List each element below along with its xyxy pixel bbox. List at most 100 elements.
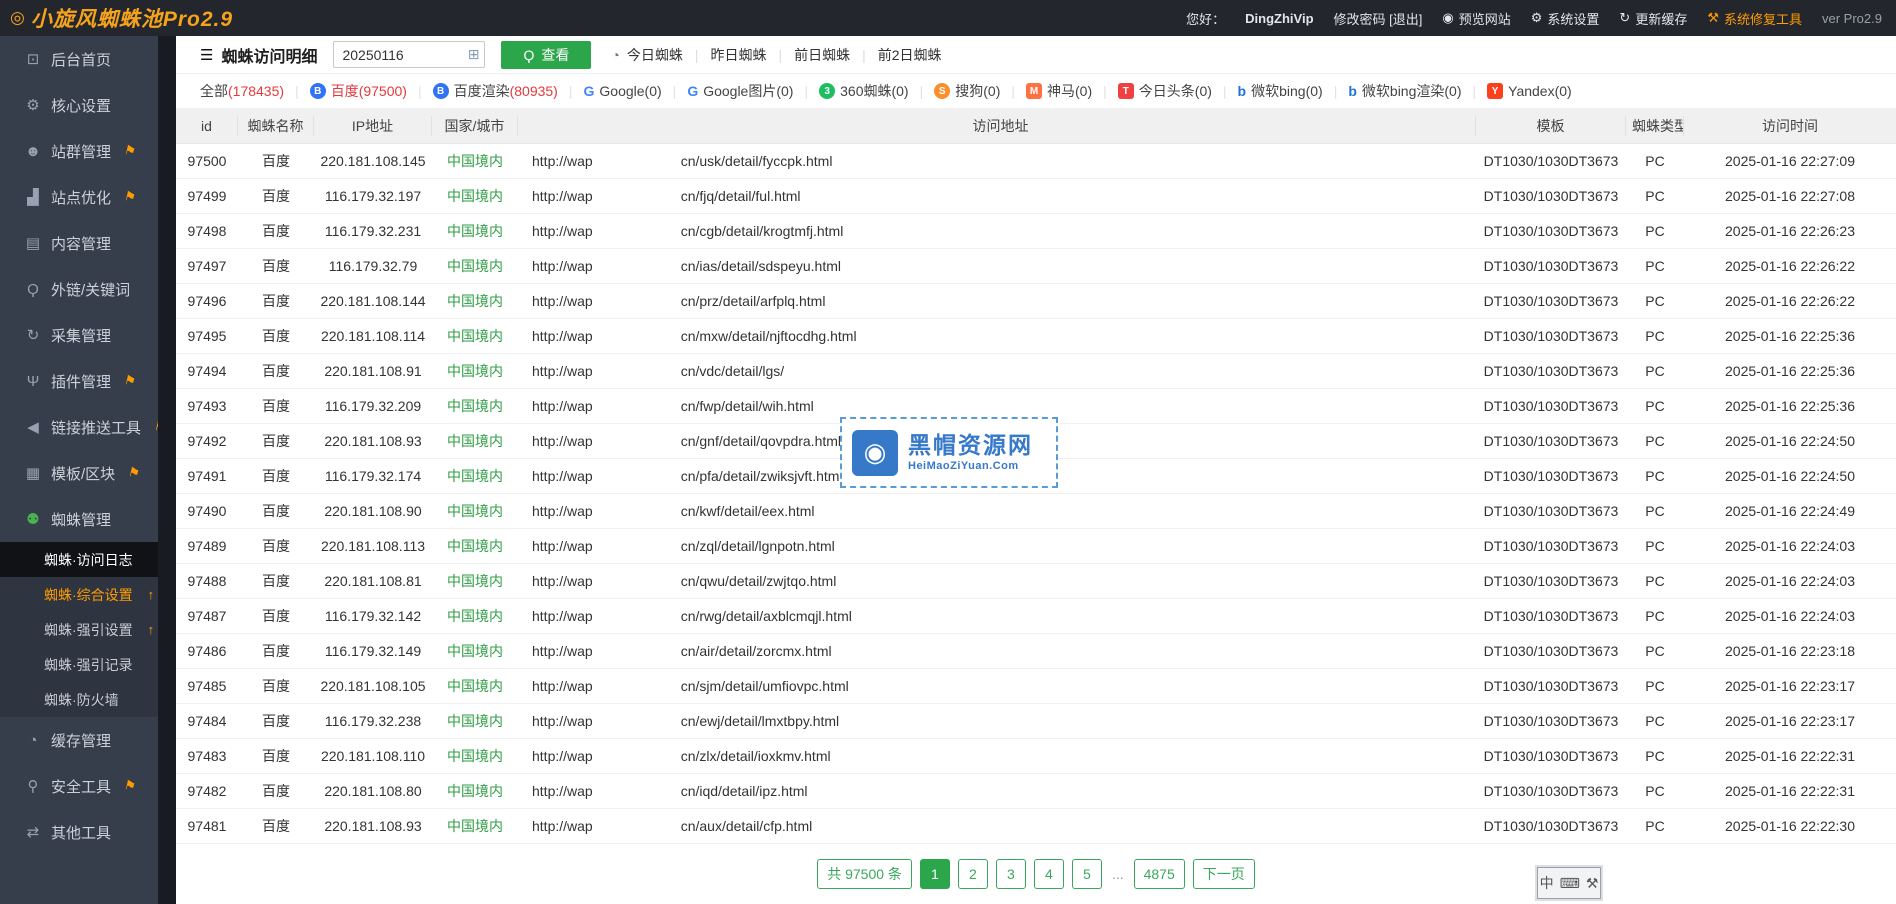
- cell-ip: 220.181.108.114: [314, 328, 432, 344]
- cell-ip: 116.179.32.79: [314, 258, 432, 274]
- table-row: 97494 百度 220.181.108.91 中国境内 http://wapc…: [176, 354, 1896, 389]
- spider-filter[interactable]: M 神马 (0): [1000, 81, 1092, 101]
- sidebar-item[interactable]: ↻ 采集管理: [0, 312, 158, 358]
- topbar-menu-item[interactable]: ↻ 更新缓存: [1619, 9, 1687, 28]
- pagination-item[interactable]: 4875: [1134, 859, 1185, 889]
- spider-filter[interactable]: G Google (0): [558, 83, 662, 99]
- sidebar-item[interactable]: Ϙ 外链/关键词: [0, 266, 158, 312]
- quick-date-tab[interactable]: 今日蜘蛛: [627, 45, 683, 65]
- sidebar-item[interactable]: ◀ 链接推送工具 ⚑: [0, 404, 158, 450]
- cell-id: 97492: [176, 433, 238, 449]
- sidebar-item[interactable]: 蜘蛛·防火墙: [0, 682, 158, 717]
- sidebar-item[interactable]: ▟ 站点优化 ⚑: [0, 174, 158, 220]
- spider-filter[interactable]: b 微软bing渲染 (0): [1323, 81, 1462, 101]
- cell-url: http://wapcn/ias/detail/sdspeyu.html: [518, 258, 1476, 274]
- column-header-time: 访问时间: [1684, 116, 1896, 136]
- sidebar-item[interactable]: 蜘蛛·访问日志: [0, 542, 158, 577]
- topbar-menu-item[interactable]: ◉ 预览网站: [1442, 9, 1510, 28]
- spider-filter-count: (0): [1444, 83, 1461, 99]
- spider-filter-label: 百度: [331, 81, 359, 101]
- table-row: 97496 百度 220.181.108.144 中国境内 http://wap…: [176, 284, 1896, 319]
- sidebar-item-label: 蜘蛛·强引记录: [44, 655, 133, 675]
- sidebar-item[interactable]: ◔ 缓存管理: [0, 717, 158, 763]
- view-button[interactable]: Ϙ 查看: [501, 41, 591, 69]
- date-input[interactable]: [333, 41, 485, 68]
- sidebar-item[interactable]: 蜘蛛·强引记录: [0, 647, 158, 682]
- pagination-item[interactable]: 3: [996, 859, 1026, 889]
- sidebar-item-label: 缓存管理: [51, 730, 111, 751]
- column-header-id: id: [176, 116, 238, 136]
- up-arrow-icon: ↑: [148, 587, 155, 602]
- spider-filter[interactable]: 3 360蜘蛛 (0): [793, 81, 908, 101]
- keyboard-icon[interactable]: ⌨: [1560, 875, 1580, 892]
- spider-filter[interactable]: 全部 (178435): [200, 81, 284, 101]
- topbar-menu-icon: ⚙: [1531, 10, 1543, 26]
- topbar-menu-item[interactable]: ⚙ 系统设置: [1531, 9, 1600, 28]
- sidebar-item-label: 核心设置: [51, 95, 111, 116]
- sidebar-item[interactable]: ☻ 站群管理 ⚑: [0, 128, 158, 174]
- cell-time: 2025-01-16 22:24:03: [1684, 538, 1896, 554]
- pagination-item[interactable]: 共 97500 条: [817, 859, 912, 889]
- cell-ip: 116.179.32.238: [314, 713, 432, 729]
- redacted-domain-blur: [593, 154, 681, 166]
- table-row: 97498 百度 116.179.32.231 中国境内 http://wapc…: [176, 214, 1896, 249]
- sidebar-item-icon: ▦: [24, 464, 42, 482]
- cell-id: 97498: [176, 223, 238, 239]
- table-body: 97500 百度 220.181.108.145 中国境内 http://wap…: [176, 144, 1896, 844]
- sidebar-item[interactable]: ▦ 模板/区块 ⚑: [0, 450, 158, 496]
- sidebar-item[interactable]: ⊡ 后台首页: [0, 36, 158, 82]
- table-row: 97487 百度 116.179.32.142 中国境内 http://wapc…: [176, 599, 1896, 634]
- cell-template: DT1030/1030DT3673: [1476, 713, 1626, 729]
- spider-filter[interactable]: T 今日头条 (0): [1092, 81, 1212, 101]
- pagination-item[interactable]: 5: [1072, 859, 1102, 889]
- spider-filter[interactable]: B 百度渲染 (80935): [407, 81, 558, 101]
- cell-url: http://wapcn/aux/detail/cfp.html: [518, 818, 1476, 834]
- change-password-logout-link[interactable]: 修改密码 [退出]: [1334, 9, 1423, 28]
- ime-toolbar[interactable]: 中 ⌨ ⚒: [1537, 867, 1601, 899]
- column-header-url: 访问地址: [518, 116, 1476, 136]
- sidebar-item[interactable]: 蜘蛛·强引设置 ↑: [0, 612, 158, 647]
- sidebar-item[interactable]: ⇄ 其他工具: [0, 809, 158, 855]
- spider-filter[interactable]: Y Yandex (0): [1462, 83, 1572, 99]
- spider-filter[interactable]: B 百度 (97500): [284, 81, 407, 101]
- sidebar-item[interactable]: ⚙ 核心设置: [0, 82, 158, 128]
- pagination-item[interactable]: 下一页: [1193, 859, 1255, 889]
- pagination-item[interactable]: 4: [1034, 859, 1064, 889]
- topbar-menu-icon: ↻: [1619, 10, 1630, 26]
- cell-spider: 百度: [238, 291, 314, 311]
- topbar-menu-icon: ⚒: [1707, 10, 1719, 26]
- app-logo: ◎ 小旋风蜘蛛池Pro2.9: [10, 3, 233, 33]
- quick-date-tab[interactable]: 前2日蜘蛛: [850, 45, 941, 65]
- spider-filter[interactable]: S 搜狗 (0): [909, 81, 1001, 101]
- cell-region: 中国境内: [432, 781, 518, 801]
- url-prefix: http://wap: [532, 258, 593, 274]
- cell-spider: 百度: [238, 571, 314, 591]
- cell-id: 97491: [176, 468, 238, 484]
- sidebar-item-label: 采集管理: [51, 325, 111, 346]
- ime-language-indicator[interactable]: 中: [1540, 873, 1554, 893]
- url-path: cn/rwg/detail/axblcmqjl.html: [681, 608, 852, 624]
- pagination-item[interactable]: 1: [920, 859, 950, 889]
- calendar-icon[interactable]: ⊞: [468, 46, 480, 63]
- url-path: cn/fjq/detail/ful.html: [681, 188, 801, 204]
- cell-spider: 百度: [238, 501, 314, 521]
- quick-date-tab[interactable]: 昨日蜘蛛: [683, 45, 767, 65]
- sidebar-item[interactable]: 蜘蛛·综合设置 ↑: [0, 577, 158, 612]
- sidebar-item[interactable]: ⚉ 蜘蛛管理: [0, 496, 158, 542]
- pagination-item[interactable]: ...: [1110, 859, 1126, 889]
- pin-icon: ⚑: [122, 777, 137, 795]
- spider-engine-icon: S: [934, 83, 950, 99]
- topbar-menu-item[interactable]: ⚒ 系统修复工具: [1707, 9, 1802, 28]
- sidebar-item[interactable]: Ψ 插件管理 ⚑: [0, 358, 158, 404]
- quick-date-tab[interactable]: 前日蜘蛛: [766, 45, 850, 65]
- ime-tools-icon[interactable]: ⚒: [1586, 875, 1599, 892]
- table-row: 97483 百度 220.181.108.110 中国境内 http://wap…: [176, 739, 1896, 774]
- spider-filter[interactable]: G Google图片 (0): [662, 81, 794, 101]
- sidebar-item[interactable]: ▤ 内容管理: [0, 220, 158, 266]
- table-row: 97499 百度 116.179.32.197 中国境内 http://wapc…: [176, 179, 1896, 214]
- cell-id: 97485: [176, 678, 238, 694]
- spider-filter[interactable]: b 微软bing (0): [1212, 81, 1323, 101]
- sidebar-item[interactable]: ⚲ 安全工具 ⚑: [0, 763, 158, 809]
- pagination-item[interactable]: 2: [958, 859, 988, 889]
- url-path: cn/zlx/detail/ioxkmv.html: [681, 748, 831, 764]
